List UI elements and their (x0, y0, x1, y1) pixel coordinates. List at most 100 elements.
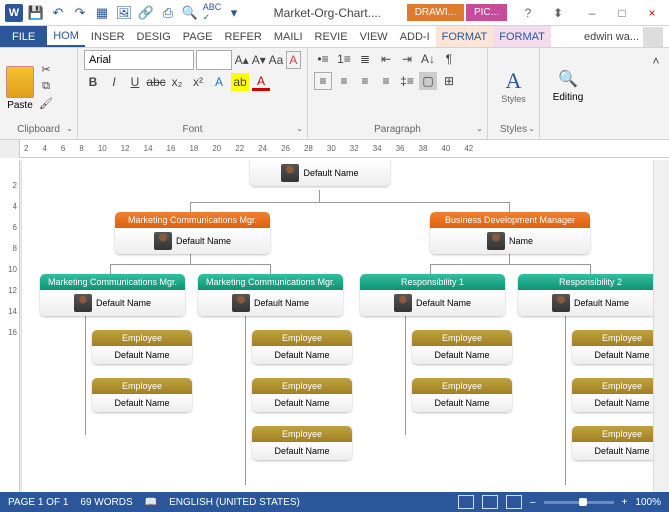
org-node-l3d[interactable]: Responsibility 2 Default Name (518, 274, 663, 316)
qat-more-icon[interactable]: ▾ (224, 3, 244, 23)
org-node-l3c[interactable]: Responsibility 1 Default Name (360, 274, 505, 316)
org-node-l3b[interactable]: Marketing Communications Mgr. Default Na… (198, 274, 343, 316)
undo-icon[interactable]: ↶ (48, 3, 68, 23)
font-color-icon[interactable]: A (252, 73, 270, 91)
strike-button[interactable]: abc (147, 73, 165, 91)
tab-page-layout[interactable]: PAGE (177, 26, 219, 47)
help-icon[interactable]: ? (517, 3, 539, 23)
font-size-select[interactable] (196, 50, 232, 70)
justify-icon[interactable]: ≡ (377, 72, 395, 90)
sort-icon[interactable]: A↓ (419, 50, 437, 68)
borders-icon[interactable]: ⊞ (440, 72, 458, 90)
collapse-ribbon-icon[interactable]: ˄ (647, 52, 665, 70)
zoom-slider[interactable] (544, 501, 614, 504)
maximize-button[interactable]: □ (611, 3, 633, 23)
table-icon[interactable]: ▦ (92, 3, 112, 23)
node-name: Default Name (176, 236, 231, 246)
text-effects-icon[interactable]: A (210, 73, 228, 91)
org-node-l2b[interactable]: Business Development Manager Name (430, 212, 590, 254)
tab-review[interactable]: REVIE (309, 26, 354, 47)
tab-design[interactable]: DESIG (131, 26, 177, 47)
preview-icon[interactable]: 🔍 (180, 3, 200, 23)
align-right-icon[interactable]: ≡ (356, 72, 374, 90)
zoom-out-button[interactable]: – (530, 497, 536, 508)
node-title: Responsibility 1 (360, 274, 505, 290)
web-layout-icon[interactable] (506, 495, 522, 509)
org-node-emp[interactable]: Employee Default Name (252, 330, 352, 364)
spell-icon[interactable]: ABC✓ (202, 3, 222, 23)
zoom-in-button[interactable]: + (622, 497, 628, 508)
save-icon[interactable]: 💾 (26, 3, 46, 23)
zoom-level[interactable]: 100% (635, 497, 661, 508)
org-node-l2a[interactable]: Marketing Communications Mgr. Default Na… (115, 212, 270, 254)
superscript-button[interactable]: x² (189, 73, 207, 91)
org-node-emp[interactable]: Employee Default Name (92, 330, 192, 364)
underline-button[interactable]: U (126, 73, 144, 91)
tab-mailings[interactable]: MAILI (268, 26, 309, 47)
tab-picture-format[interactable]: FORMAT (493, 26, 551, 47)
print-layout-icon[interactable] (482, 495, 498, 509)
italic-button[interactable]: I (105, 73, 123, 91)
paste-button[interactable]: Paste (6, 62, 34, 111)
bold-button[interactable]: B (84, 73, 102, 91)
tab-home[interactable]: HOM (47, 26, 85, 47)
status-words[interactable]: 69 WORDS (80, 497, 132, 508)
paste-label: Paste (7, 100, 33, 111)
proofing-icon[interactable]: 📖 (145, 497, 157, 508)
org-node-emp[interactable]: Employee Default Name (412, 378, 512, 412)
clear-format-icon[interactable]: A (286, 51, 301, 69)
multilevel-icon[interactable]: ≣ (356, 50, 374, 68)
tab-drawing-format[interactable]: FORMAT (436, 26, 494, 47)
org-node-emp[interactable]: Employee Default Name (252, 378, 352, 412)
user-account[interactable]: edwin wa... (578, 26, 669, 47)
numbering-icon[interactable]: 1≡ (335, 50, 353, 68)
shrink-font-icon[interactable]: A▾ (251, 51, 266, 69)
increase-indent-icon[interactable]: ⇥ (398, 50, 416, 68)
cut-icon[interactable]: ✂ (38, 62, 54, 76)
org-node-l3a[interactable]: Marketing Communications Mgr. Default Na… (40, 274, 185, 316)
status-language[interactable]: ENGLISH (UNITED STATES) (169, 497, 300, 508)
change-case-icon[interactable]: Aa (268, 51, 283, 69)
show-marks-icon[interactable]: ¶ (440, 50, 458, 68)
tab-file[interactable]: FILE (0, 26, 47, 47)
tab-addins[interactable]: ADD-I (394, 26, 436, 47)
styles-button[interactable]: AStyles (501, 68, 526, 104)
status-page[interactable]: PAGE 1 OF 1 (8, 497, 68, 508)
node-title: Marketing Communications Mgr. (40, 274, 185, 290)
highlight-icon[interactable]: ab (231, 73, 249, 91)
grow-font-icon[interactable]: A▴ (234, 51, 249, 69)
org-node-top[interactable]: Default Name (250, 160, 390, 186)
org-node-emp[interactable]: Employee Default Name (252, 426, 352, 460)
align-center-icon[interactable]: ≡ (335, 72, 353, 90)
node-name: Default Name (594, 350, 649, 360)
minimize-button[interactable]: – (581, 3, 603, 23)
copy-icon[interactable]: ⧉ (38, 79, 54, 93)
document-canvas[interactable]: Default Name Marketing Communications Mg… (20, 160, 669, 492)
tab-references[interactable]: REFER (219, 26, 268, 47)
line-spacing-icon[interactable]: ‡≡ (398, 72, 416, 90)
title-bar: W 💾 ↶ ↷ ▦ 🖼 🔗 ⎙ 🔍 ABC✓ ▾ Market-Org-Char… (0, 0, 669, 26)
print-icon[interactable]: ⎙ (158, 3, 178, 23)
font-name-select[interactable] (84, 50, 194, 70)
vertical-ruler[interactable]: 246810121416 (0, 160, 20, 492)
read-mode-icon[interactable] (458, 495, 474, 509)
close-button[interactable]: × (641, 3, 663, 23)
org-node-emp[interactable]: Employee Default Name (92, 378, 192, 412)
subscript-button[interactable]: x₂ (168, 73, 186, 91)
ribbon-collapse-icon[interactable]: ⬍ (547, 3, 569, 23)
decrease-indent-icon[interactable]: ⇤ (377, 50, 395, 68)
format-painter-icon[interactable]: 🖌 (38, 96, 54, 110)
tab-insert[interactable]: INSER (85, 26, 131, 47)
find-icon[interactable]: 🔍 (559, 70, 577, 88)
vertical-scrollbar[interactable] (653, 160, 669, 492)
redo-icon[interactable]: ↷ (70, 3, 90, 23)
bullets-icon[interactable]: •≡ (314, 50, 332, 68)
align-left-icon[interactable]: ≡ (314, 72, 332, 90)
tab-view[interactable]: VIEW (354, 26, 394, 47)
org-node-emp[interactable]: Employee Default Name (412, 330, 512, 364)
shading-icon[interactable]: ▢ (419, 72, 437, 90)
link-icon[interactable]: 🔗 (136, 3, 156, 23)
person-icon (487, 232, 505, 250)
picture-icon[interactable]: 🖼 (114, 3, 134, 23)
horizontal-ruler[interactable]: 24681012141618202224262830323436384042 (0, 140, 669, 158)
